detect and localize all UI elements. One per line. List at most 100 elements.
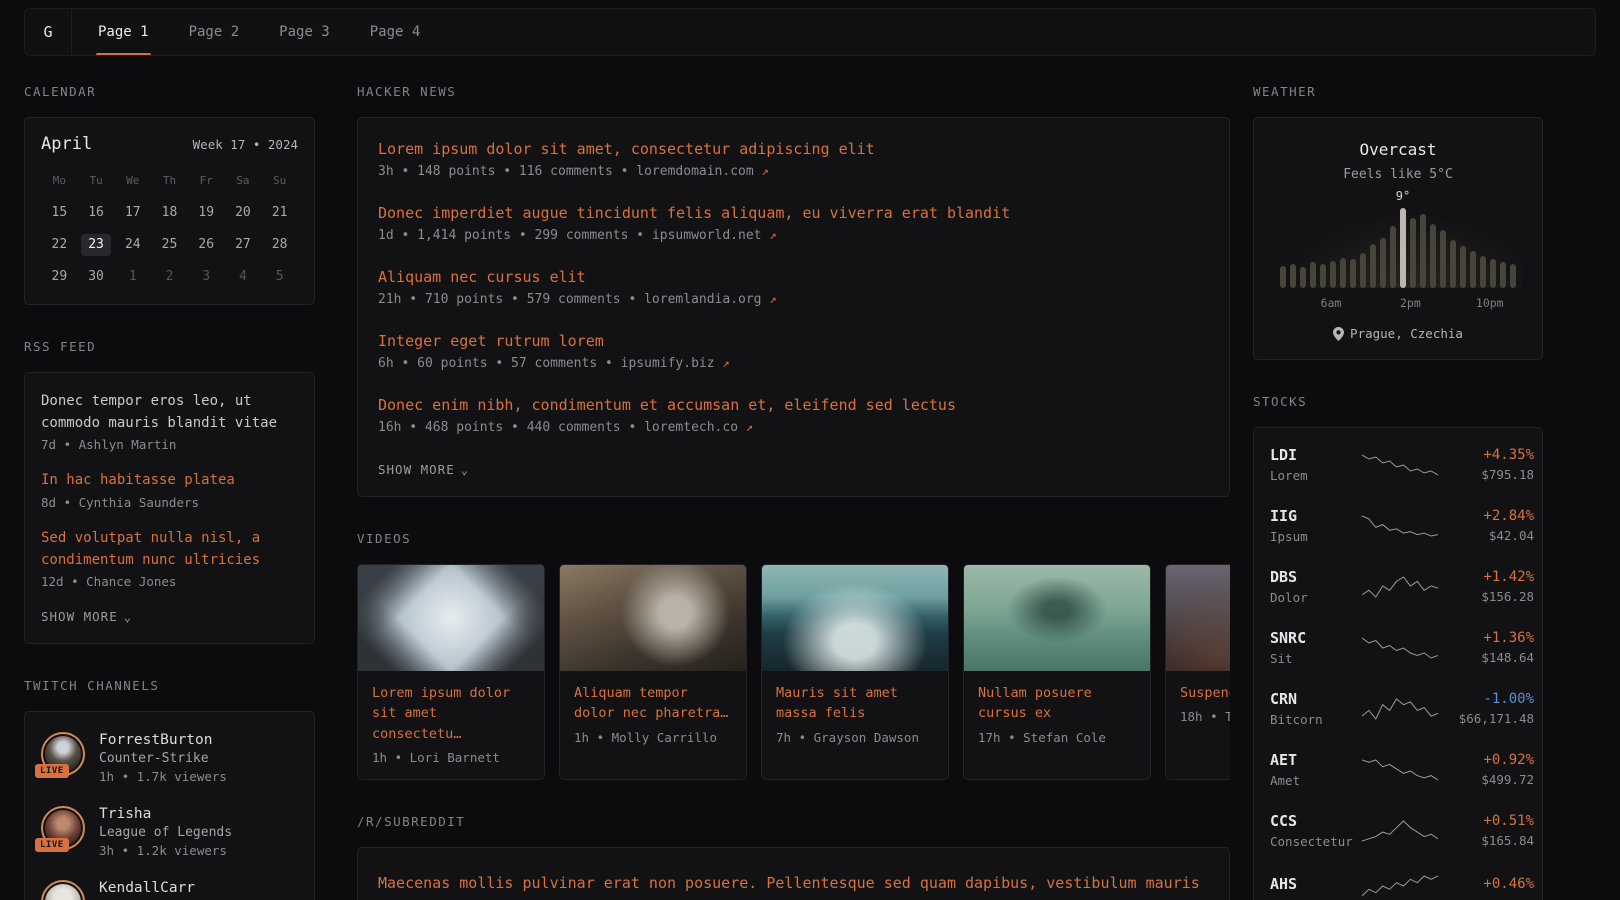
channel-name[interactable]: KendallCarr (99, 880, 195, 896)
hn-item-headline[interactable]: Integer eget rutrum lorem (378, 332, 1209, 350)
video-thumbnail[interactable] (358, 565, 544, 671)
stock-ticker: IIG (1270, 507, 1362, 525)
tab-page-3[interactable]: Page 3 (259, 9, 350, 55)
channel-name[interactable]: Trisha (99, 806, 232, 822)
weather-bar (1470, 251, 1476, 288)
hn-domain-link[interactable]: ipsumify.biz (621, 356, 715, 371)
calendar-week-year: Week 17 • 2024 (193, 137, 298, 152)
video-title[interactable]: Mauris sit amet massa felis (762, 671, 948, 730)
rss-item-meta: 12d • Chance Jones (41, 574, 298, 589)
channel-meta: 1h • 1.7k viewers (99, 769, 227, 784)
stock-row[interactable]: AHS +0.46% (1254, 861, 1542, 900)
external-link-icon[interactable]: ↗ (762, 164, 769, 178)
external-link-icon[interactable]: ↗ (722, 356, 729, 370)
video-title[interactable]: Nullam posuere cursus ex (964, 671, 1150, 730)
video-thumbnail[interactable] (964, 565, 1150, 671)
hn-domain-link[interactable]: ipsumworld.net (652, 228, 762, 243)
stock-change: +0.46% (1438, 876, 1534, 892)
calendar-day: 15 (44, 202, 74, 224)
hn-item-headline[interactable]: Aliquam nec cursus elit (378, 268, 1209, 286)
video-title[interactable]: Aliquam tempor dolor nec pharetra… (560, 671, 746, 730)
stocks-card: LDI Lorem +4.35% $795.18 IIG Ipsum (1253, 427, 1543, 900)
video-title[interactable]: Suspendisse diam (1166, 671, 1230, 709)
hn-item-headline[interactable]: Donec enim nibh, condimentum et accumsan… (378, 396, 1209, 414)
calendar-dow: We (126, 170, 139, 192)
calendar-dow: Su (273, 170, 286, 192)
video-card[interactable]: Suspendisse diam 18h • Tara (1165, 564, 1230, 780)
tab-page-1[interactable]: Page 1 (78, 9, 169, 55)
calendar-day-selected: 23 (81, 234, 111, 256)
stock-row[interactable]: CRN Bitcorn -1.00% $66,171.48 (1254, 678, 1542, 739)
weather-bar (1430, 224, 1436, 288)
stock-sparkline (1362, 696, 1438, 722)
calendar-day: 25 (154, 234, 184, 256)
rss-item-headline[interactable]: In hac habitasse platea (41, 470, 298, 492)
calendar-grid: Mo Tu We Th Fr Sa Su 15 16 17 18 19 20 2… (41, 170, 298, 288)
video-title[interactable]: Lorem ipsum dolor sit amet consectetu… (358, 671, 544, 750)
stock-row[interactable]: SNRC Sit +1.36% $148.64 (1254, 617, 1542, 678)
video-thumbnail[interactable] (1166, 565, 1230, 671)
twitch-section-header: TWITCH CHANNELS (24, 678, 315, 693)
video-thumbnail[interactable] (560, 565, 746, 671)
hn-domain-link[interactable]: loremlandia.org (644, 292, 761, 307)
video-card[interactable]: Nullam posuere cursus ex 17h • Stefan Co… (963, 564, 1151, 780)
tab-page-4[interactable]: Page 4 (350, 9, 441, 55)
weather-section-header: WEATHER (1253, 84, 1543, 99)
weather-bar (1450, 240, 1456, 288)
hn-domain-link[interactable]: loremdomain.com (636, 164, 753, 179)
hn-item-headline[interactable]: Lorem ipsum dolor sit amet, consectetur … (378, 140, 1209, 158)
hacker-news-item: Lorem ipsum dolor sit amet, consectetur … (378, 140, 1209, 179)
hn-show-more-button[interactable]: SHOW MORE ⌄ (378, 462, 469, 477)
calendar-day: 20 (228, 202, 258, 224)
videos-section-header: VIDEOS (357, 531, 1230, 546)
stock-price: $795.18 (1438, 467, 1534, 482)
stock-row[interactable]: CCS Consectetur +0.51% $165.84 (1254, 800, 1542, 861)
stock-price: $499.72 (1438, 772, 1534, 787)
twitch-section: TWITCH CHANNELS LIVE ForrestBurton Count… (24, 678, 315, 900)
hn-item-headline[interactable]: Donec imperdiet augue tincidunt felis al… (378, 204, 1209, 222)
stock-sparkline (1362, 818, 1438, 844)
channel-name[interactable]: ForrestBurton (99, 732, 227, 748)
stocks-section: STOCKS LDI Lorem +4.35% $795.18 IIG (1253, 394, 1543, 900)
calendar-day: 18 (154, 202, 184, 224)
video-thumbnail[interactable] (762, 565, 948, 671)
live-badge: LIVE (35, 838, 69, 852)
weather-axis-label: 10pm (1476, 296, 1504, 310)
twitch-channel[interactable]: LIVE ForrestBurton Counter-Strike 1h • 1… (41, 732, 298, 784)
hacker-news-item: Integer eget rutrum lorem 6h • 60 points… (378, 332, 1209, 371)
weather-axis-label: 2pm (1400, 296, 1421, 310)
location-pin-icon (1333, 327, 1344, 341)
weather-bar (1390, 226, 1396, 288)
external-link-icon[interactable]: ↗ (769, 228, 776, 242)
stock-row[interactable]: AET Amet +0.92% $499.72 (1254, 739, 1542, 800)
stock-change: +2.84% (1438, 508, 1534, 524)
channel-game: League of Legends (99, 825, 232, 840)
weather-bar (1320, 264, 1326, 288)
rss-item-meta: 7d • Ashlyn Martin (41, 437, 298, 452)
stock-row[interactable]: LDI Lorem +4.35% $795.18 (1254, 434, 1542, 495)
video-card[interactable]: Mauris sit amet massa felis 7h • Grayson… (761, 564, 949, 780)
stock-name: Bitcorn (1270, 712, 1362, 727)
rss-item-headline[interactable]: Donec tempor eros leo, ut commodo mauris… (41, 391, 298, 434)
rss-item-headline[interactable]: Sed volutpat nulla nisl, a condimentum n… (41, 528, 298, 571)
twitch-channel[interactable]: KendallCarr (41, 880, 298, 900)
show-more-label: SHOW MORE (41, 609, 118, 624)
weather-bar-chart: 9° (1274, 208, 1522, 288)
weather-bar-current: 9° (1400, 208, 1406, 288)
hn-item-meta: 16h • 468 points • 440 comments • loremt… (378, 420, 1209, 435)
external-link-icon[interactable]: ↗ (769, 292, 776, 306)
stock-row[interactable]: DBS Dolor +1.42% $156.28 (1254, 556, 1542, 617)
tab-page-2[interactable]: Page 2 (169, 9, 260, 55)
external-link-icon[interactable]: ↗ (746, 420, 753, 434)
calendar-day: 29 (44, 266, 74, 288)
rss-show-more-button[interactable]: SHOW MORE ⌄ (41, 609, 132, 624)
stock-ticker: CRN (1270, 690, 1362, 708)
hn-domain-link[interactable]: loremtech.co (644, 420, 738, 435)
weather-bar (1310, 262, 1316, 288)
twitch-channel[interactable]: LIVE Trisha League of Legends 3h • 1.2k … (41, 806, 298, 858)
calendar-dow: Tu (89, 170, 102, 192)
video-card[interactable]: Lorem ipsum dolor sit amet consectetu… 1… (357, 564, 545, 780)
stock-row[interactable]: IIG Ipsum +2.84% $42.04 (1254, 495, 1542, 556)
subreddit-post-title[interactable]: Maecenas mollis pulvinar erat non posuer… (378, 870, 1209, 900)
video-card[interactable]: Aliquam tempor dolor nec pharetra… 1h • … (559, 564, 747, 780)
